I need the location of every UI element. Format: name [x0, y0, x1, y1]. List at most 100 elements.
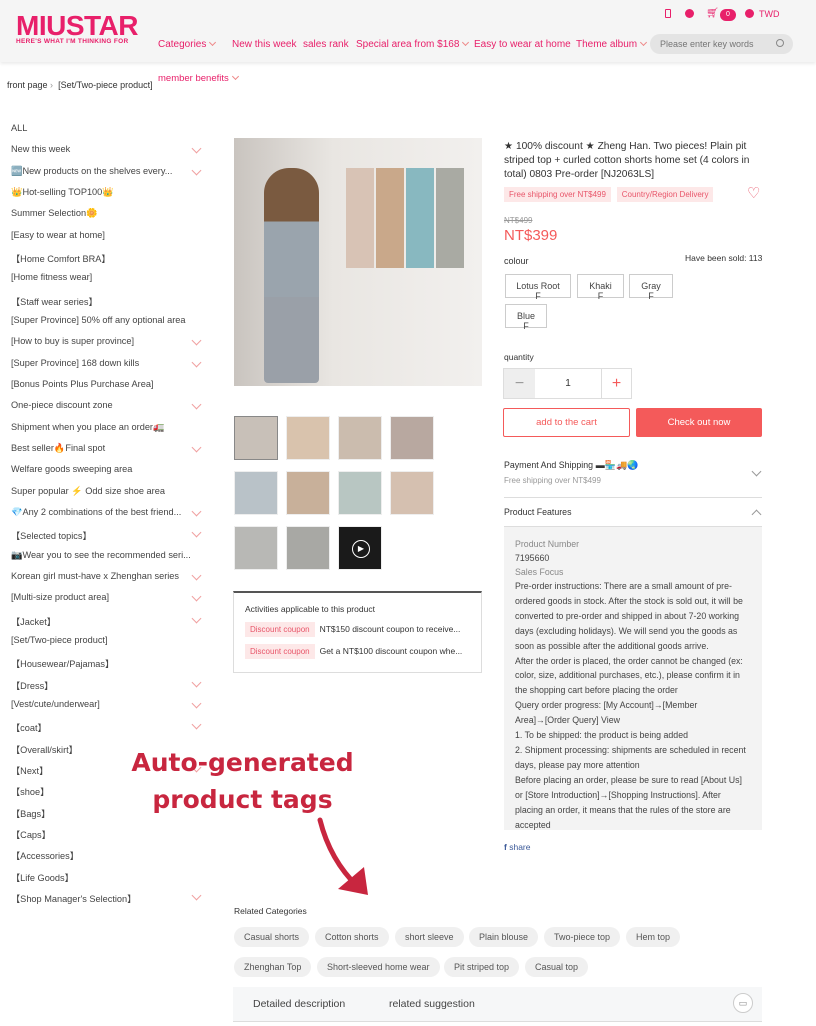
colour-option-khaki[interactable]: Khaki F — [577, 274, 624, 301]
nav-item[interactable]: Categories — [158, 38, 217, 50]
sidebar-item[interactable]: 💎Any 2 combinations of the best friend..… — [11, 507, 181, 518]
sidebar-item[interactable]: [Super Province] 168 down kills — [11, 358, 139, 368]
increase-button[interactable]: + — [602, 369, 631, 398]
sidebar-item[interactable]: [Super Province] 50% off any optional ar… — [11, 315, 186, 325]
product-thumbnail[interactable]: ▶ — [338, 526, 382, 570]
sidebar-item[interactable]: 【Home Comfort BRA】 — [11, 251, 111, 265]
nav-item[interactable]: sales rank — [303, 39, 349, 50]
sidebar-item[interactable]: [Set/Two-piece product] — [11, 635, 108, 645]
nav-item[interactable]: Theme album — [576, 38, 648, 50]
related-tag[interactable]: Hem top — [626, 927, 681, 947]
colour-option-lotus-root[interactable]: Lotus Root F — [505, 274, 571, 301]
sidebar-item[interactable]: [Home fitness wear] — [11, 272, 92, 282]
search-input[interactable] — [650, 34, 793, 54]
sidebar-item[interactable]: Korean girl must-have x Zhenghan series — [11, 571, 179, 581]
sidebar-item[interactable]: 【Staff wear series】 — [11, 294, 98, 308]
sidebar-item[interactable]: [Vest/cute/underwear] — [11, 699, 100, 709]
sidebar-item[interactable]: Welfare goods sweeping area — [11, 464, 132, 474]
sidebar-item[interactable]: 【Overall/skirt】 — [11, 742, 78, 756]
sidebar-item[interactable]: Shipment when you place an order🚛 — [11, 422, 164, 433]
sidebar-item[interactable]: 【Dress】 — [11, 678, 53, 692]
sidebar-item[interactable]: 👑Hot-selling TOP100👑 — [11, 187, 114, 198]
chevron-down-icon[interactable] — [191, 442, 202, 453]
sidebar-item[interactable]: 【Bags】 — [11, 806, 50, 820]
quantity-input[interactable]: 1 — [535, 369, 602, 398]
related-tag[interactable]: Cotton shorts — [315, 927, 389, 947]
chevron-down-icon[interactable] — [191, 165, 202, 176]
chevron-down-icon[interactable] — [191, 677, 202, 688]
chevron-down-icon[interactable] — [191, 143, 202, 154]
tab-related-suggestion[interactable]: related suggestion — [389, 998, 475, 1010]
product-thumbnail[interactable] — [234, 526, 278, 570]
sidebar-item[interactable]: 【Shop Manager's Selection】 — [11, 891, 136, 905]
heart-icon[interactable]: ♡ — [747, 184, 760, 202]
chevron-down-icon[interactable] — [191, 506, 202, 517]
chevron-down-icon[interactable] — [191, 527, 202, 538]
play-icon[interactable]: ▶ — [352, 540, 370, 558]
chevron-down-icon[interactable] — [191, 719, 202, 730]
chevron-down-icon[interactable] — [191, 613, 202, 624]
nav-item[interactable]: Easy to wear at home — [474, 39, 571, 50]
sidebar-item[interactable]: 🆕New products on the shelves every... — [11, 166, 172, 177]
user-icon[interactable] — [685, 9, 694, 18]
colour-option-blue[interactable]: Blue F — [505, 304, 547, 331]
product-thumbnail[interactable] — [338, 416, 382, 460]
decrease-button[interactable]: − — [504, 369, 535, 398]
product-thumbnail[interactable] — [234, 416, 278, 460]
payment-shipping-section[interactable]: Payment And Shipping ▬🏪🚚🌏 Free shipping … — [504, 460, 762, 498]
tab-detailed-description[interactable]: Detailed description — [253, 998, 345, 1010]
sidebar-item[interactable]: 【Life Goods】 — [11, 870, 74, 884]
related-tag[interactable]: Casual shorts — [234, 927, 310, 947]
sidebar-item[interactable]: Super popular ⚡ Odd size shoe area — [11, 486, 165, 497]
product-thumbnail[interactable] — [390, 471, 434, 515]
sidebar-item[interactable]: New this week — [11, 144, 70, 154]
cart-icon[interactable]: 🛒︎ — [706, 8, 719, 19]
sidebar-item[interactable]: 【Accessories】 — [11, 848, 79, 862]
sidebar-item[interactable]: 【Caps】 — [11, 827, 51, 841]
activity-item[interactable]: Discount coupon Get a NT$100 discount cou… — [245, 644, 470, 659]
product-thumbnail[interactable] — [286, 526, 330, 570]
related-tag[interactable]: Plain blouse — [469, 927, 539, 947]
product-features-header[interactable]: Product Features — [504, 498, 762, 527]
nav-item[interactable]: Special area from $168 — [356, 38, 470, 50]
sidebar-item[interactable]: Summer Selection🌼 — [11, 208, 98, 219]
sidebar-item[interactable]: [Bonus Points Plus Purchase Area] — [11, 379, 154, 389]
related-tag[interactable]: Casual top — [525, 957, 589, 977]
chevron-down-icon[interactable] — [191, 399, 202, 410]
sidebar-item[interactable]: 【Housewear/Pajamas】 — [11, 656, 114, 670]
sidebar-item[interactable]: [Multi-size product area] — [11, 592, 109, 602]
chevron-down-icon[interactable] — [191, 591, 202, 602]
sidebar-item[interactable]: 📷Wear you to see the recommended seri... — [11, 550, 191, 561]
breadcrumb-home[interactable]: front page — [7, 80, 48, 90]
sidebar-item[interactable]: 【Jacket】 — [11, 614, 56, 628]
product-thumbnail[interactable] — [286, 471, 330, 515]
chevron-down-icon[interactable] — [191, 357, 202, 368]
sidebar-item[interactable]: 【coat】 — [11, 720, 47, 734]
product-thumbnail[interactable] — [286, 416, 330, 460]
sidebar-item[interactable]: [How to buy is super province] — [11, 336, 134, 346]
colour-option-gray[interactable]: Gray F — [629, 274, 673, 301]
activity-item[interactable]: Discount coupon NT$150 discount coupon to… — [245, 622, 470, 637]
breadcrumb-current[interactable]: [Set/Two-piece product] — [58, 80, 153, 90]
checkout-button[interactable]: Check out now — [636, 408, 762, 437]
chevron-down-icon[interactable] — [191, 335, 202, 346]
related-tag[interactable]: short sleeve — [395, 927, 464, 947]
chevron-down-icon[interactable] — [191, 570, 202, 581]
chevron-down-icon[interactable] — [191, 698, 202, 709]
share-link[interactable]: f share — [504, 842, 530, 852]
product-thumbnail[interactable] — [338, 471, 382, 515]
nav-item[interactable]: New this week — [232, 39, 296, 50]
sidebar-item[interactable]: ALL — [11, 123, 27, 133]
sidebar-item[interactable]: 【Selected topics】 — [11, 528, 92, 542]
sidebar-item[interactable]: Best seller🔥Final spot — [11, 443, 105, 454]
product-thumbnail[interactable] — [390, 416, 434, 460]
search-icon[interactable] — [776, 39, 784, 47]
product-main-image[interactable] — [234, 138, 482, 386]
related-tag[interactable]: Two-piece top — [544, 927, 621, 947]
currency-select[interactable]: TWD — [759, 9, 780, 19]
product-thumbnail[interactable] — [234, 471, 278, 515]
chevron-up-icon[interactable] — [751, 509, 762, 520]
add-to-cart-button[interactable]: add to the cart — [503, 408, 630, 437]
chevron-down-icon[interactable] — [751, 466, 762, 477]
sidebar-item[interactable]: 【Next】 — [11, 763, 48, 777]
